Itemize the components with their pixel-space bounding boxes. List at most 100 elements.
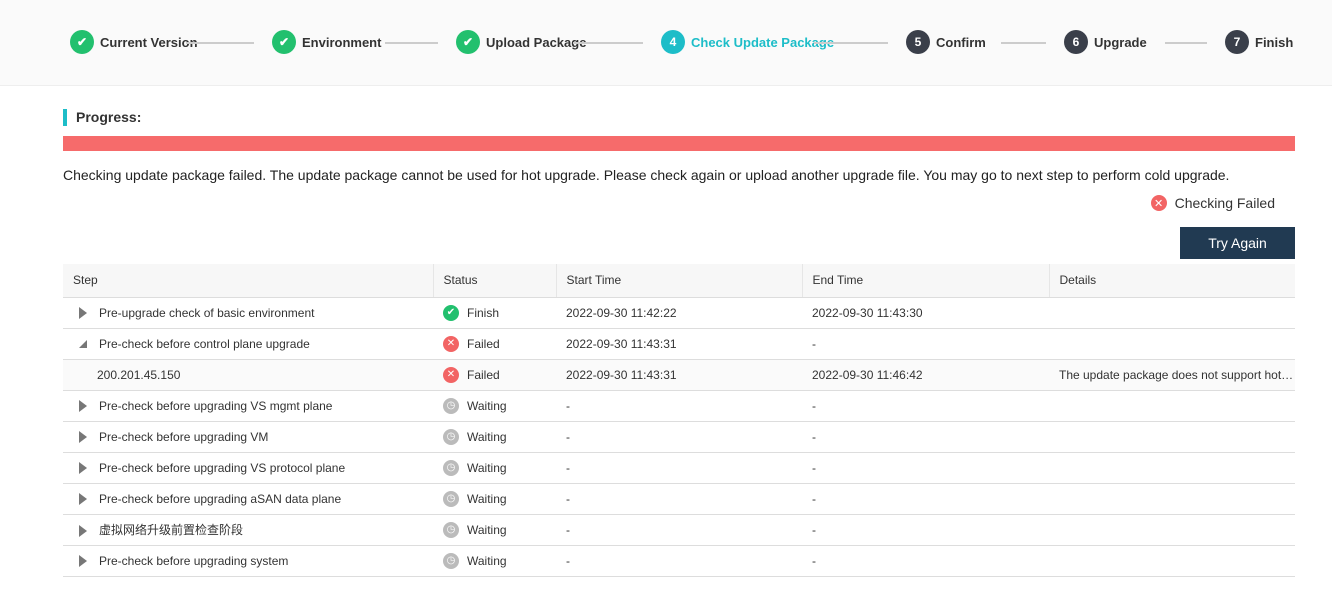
header-status: Status xyxy=(433,264,557,298)
step-1: ✔ Current Version xyxy=(70,30,198,54)
step-label: Upload Package xyxy=(486,34,587,50)
step-6: 6 Upgrade xyxy=(1064,30,1147,54)
status-text: Failed xyxy=(467,336,500,351)
step-number: 7 xyxy=(1225,30,1249,54)
expand-icon[interactable] xyxy=(79,493,87,506)
step-5: 5 Confirm xyxy=(906,30,986,54)
collapse-icon[interactable] xyxy=(79,340,87,349)
step-label: Confirm xyxy=(936,34,986,50)
status-cell: ✔ Finish xyxy=(433,297,556,329)
step-name: Pre-check before upgrading VS mgmt plane xyxy=(99,398,333,413)
waiting-clock-icon: ◷ xyxy=(443,521,459,538)
status-text: Finish xyxy=(467,305,500,320)
end-time: 2022-09-30 11:43:30 xyxy=(802,297,1049,329)
step-2: ✔ Environment xyxy=(272,30,381,54)
expand-icon[interactable] xyxy=(79,555,87,568)
success-icon: ✔ xyxy=(443,304,459,321)
step-cell: 200.201.45.150 xyxy=(63,359,433,391)
step-label: Finish xyxy=(1255,34,1294,50)
step-connector xyxy=(573,42,643,44)
header-start-time: Start Time xyxy=(556,264,803,298)
progress-bar-fill xyxy=(63,136,1295,151)
progress-bar xyxy=(63,136,1295,151)
failed-icon: ✕ xyxy=(443,366,459,383)
end-time: - xyxy=(802,514,1049,546)
table-row[interactable]: Pre-check before upgrading system ◷ Waiti… xyxy=(63,545,1295,577)
status-text: Failed xyxy=(467,367,500,382)
try-again-button[interactable]: Try Again xyxy=(1180,227,1295,259)
step-4: 4 Check Update Package xyxy=(661,30,834,54)
start-time: - xyxy=(556,483,802,515)
failed-icon: ✕ xyxy=(443,335,459,352)
step-cell: Pre-check before upgrading VS mgmt plane xyxy=(63,390,433,422)
start-time: - xyxy=(556,421,802,453)
step-cell: Pre-check before upgrading VM xyxy=(63,421,433,453)
table-row[interactable]: Pre-check before upgrading VM ◷ Waiting -… xyxy=(63,421,1295,453)
status-cell: ◷ Waiting xyxy=(433,483,556,515)
check-status: ✕ Checking Failed xyxy=(1150,195,1275,211)
step-cell: Pre-check before control plane upgrade xyxy=(63,328,433,360)
waiting-clock-icon: ◷ xyxy=(443,397,459,414)
table-row[interactable]: 200.201.45.150 ✕ Failed 2022-09-30 11:43:… xyxy=(63,359,1295,391)
table-row[interactable]: Pre-upgrade check of basic environment ✔… xyxy=(63,297,1295,329)
progress-title: Progress: xyxy=(63,109,141,126)
status-cell: ◷ Waiting xyxy=(433,452,556,484)
end-time: 2022-09-30 11:46:42 xyxy=(802,359,1049,391)
table-row[interactable]: Pre-check before upgrading VS protocol p… xyxy=(63,452,1295,484)
start-time: - xyxy=(556,390,802,422)
step-cell: Pre-check before upgrading system xyxy=(63,545,433,577)
step-label: Current Version xyxy=(100,34,198,50)
details xyxy=(1049,483,1295,515)
waiting-clock-icon: ◷ xyxy=(443,490,459,507)
step-number: 5 xyxy=(906,30,930,54)
table-row[interactable]: 虚拟网络升级前置检查阶段 ◷ Waiting - - xyxy=(63,514,1295,546)
table-row[interactable]: Pre-check before upgrading aSAN data pla… xyxy=(63,483,1295,515)
expand-icon[interactable] xyxy=(79,431,87,444)
details xyxy=(1049,452,1295,484)
details xyxy=(1049,297,1295,329)
status-cell: ◷ Waiting xyxy=(433,421,556,453)
status-cell: ✕ Failed xyxy=(433,359,556,391)
table-row[interactable]: Pre-check before control plane upgrade ✕… xyxy=(63,328,1295,360)
expand-icon[interactable] xyxy=(79,400,87,413)
status-text: Waiting xyxy=(467,460,507,475)
status-text: Waiting xyxy=(467,398,507,413)
check-icon: ✔ xyxy=(272,30,296,54)
status-text: Waiting xyxy=(467,491,507,506)
status-cell: ◷ Waiting xyxy=(433,390,556,422)
step-number: 6 xyxy=(1064,30,1088,54)
wizard-steps: ✔ Current Version ✔ Environment ✔ Upload Pack… xyxy=(0,0,1332,86)
step-cell: 虚拟网络升级前置检查阶段 xyxy=(63,514,433,546)
step-name: 虚拟网络升级前置检查阶段 xyxy=(99,523,244,537)
end-time: - xyxy=(802,483,1049,515)
expand-icon[interactable] xyxy=(79,524,87,537)
step-name: Pre-check before upgrading aSAN data pla… xyxy=(99,491,342,506)
step-number: 4 xyxy=(661,30,685,54)
step-label: Environment xyxy=(302,34,382,50)
check-icon: ✔ xyxy=(456,30,480,54)
step-connector xyxy=(814,42,888,44)
step-cell: Pre-check before upgrading aSAN data pla… xyxy=(63,483,433,515)
start-time: - xyxy=(556,514,802,546)
waiting-clock-icon: ◷ xyxy=(443,428,459,445)
step-connector xyxy=(1001,42,1046,44)
details xyxy=(1049,390,1295,422)
status-cell: ✕ Failed xyxy=(433,328,556,360)
status-text: Waiting xyxy=(467,429,507,444)
header-details: Details xyxy=(1049,264,1295,298)
expand-icon[interactable] xyxy=(79,307,87,320)
waiting-clock-icon: ◷ xyxy=(443,552,459,569)
step-label: Check Update Package xyxy=(691,34,835,50)
end-time: - xyxy=(802,328,1049,360)
check-steps-table: Step Status Start Time End Time Details … xyxy=(63,264,1295,577)
table-row[interactable]: Pre-check before upgrading VS mgmt plane… xyxy=(63,390,1295,422)
check-status-text: Checking Failed xyxy=(1174,195,1275,211)
expand-icon[interactable] xyxy=(79,462,87,475)
end-time: - xyxy=(802,421,1049,453)
step-name: 200.201.45.150 xyxy=(97,367,181,382)
start-time: 2022-09-30 11:43:31 xyxy=(556,359,802,391)
step-name: Pre-check before upgrading VM xyxy=(99,429,269,444)
details xyxy=(1049,421,1295,453)
details: The update package does not support hot … xyxy=(1049,359,1295,391)
status-text: Waiting xyxy=(467,553,507,568)
